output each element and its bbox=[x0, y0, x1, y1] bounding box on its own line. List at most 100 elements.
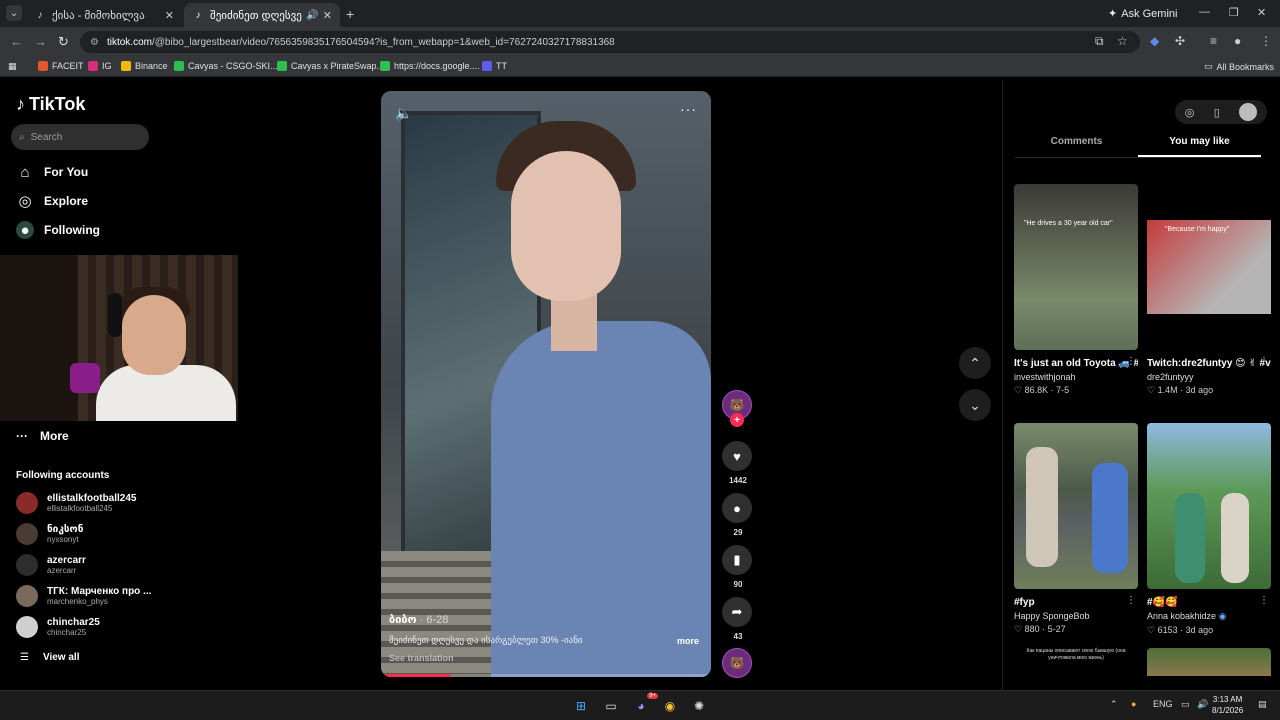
bookmark-cavyas-csgo[interactable]: Cavyas - CSGO-SKI... bbox=[174, 61, 278, 71]
nav-for-you[interactable]: ⌂ For You bbox=[16, 163, 88, 181]
windows-start-icon[interactable]: ⊞ bbox=[572, 697, 590, 715]
discord-icon[interactable]: ◕ 9+ bbox=[632, 693, 658, 715]
notifications-icon[interactable]: ▤ bbox=[1258, 699, 1267, 710]
speaker-icon[interactable]: 🔊 bbox=[306, 10, 318, 21]
system-clock[interactable]: 3:13 AM 8/1/2026 bbox=[1212, 694, 1243, 716]
tray-chevron-icon[interactable]: ⌃ bbox=[1110, 699, 1118, 710]
see-translation-link[interactable]: See translation bbox=[389, 653, 454, 663]
task-view-icon[interactable]: ▭ bbox=[602, 697, 620, 715]
new-tab-button[interactable]: + bbox=[346, 6, 354, 22]
tiktok-logo[interactable]: ♪ TikTok bbox=[16, 94, 85, 115]
panel-tabs: Comments You may like bbox=[1015, 136, 1261, 158]
video-options-icon[interactable]: ··· bbox=[680, 101, 697, 117]
video-progress-bar[interactable] bbox=[381, 674, 711, 677]
network-icon[interactable]: ▭ bbox=[1181, 699, 1190, 710]
address-bar[interactable]: ⚙ tiktok.com/@bibo_largestbear/video/765… bbox=[80, 31, 1140, 53]
extension-icon[interactable]: ◆ bbox=[1150, 34, 1159, 48]
following-account[interactable]: chinchar25 chinchar25 bbox=[16, 616, 100, 638]
forward-button[interactable]: → bbox=[34, 34, 47, 49]
recommended-video-card[interactable]: "He drives a 30 year old car" ⋮ It's jus… bbox=[1014, 184, 1138, 396]
bookmark-docs[interactable]: https://docs.google.... bbox=[380, 61, 480, 71]
like-count: 1442 bbox=[729, 476, 747, 485]
back-button[interactable]: ← bbox=[10, 34, 23, 49]
bookmarks-bar: ▦ FACEIT IG Binance Cavyas - CSGO-SKI...… bbox=[0, 57, 1280, 77]
media-controls-icon[interactable]: ≡ bbox=[1210, 34, 1217, 48]
card-options-icon[interactable]: ⋮ bbox=[1259, 595, 1269, 606]
tab-search-button[interactable]: ⌄ bbox=[6, 5, 22, 21]
install-app-icon[interactable]: ⧉ bbox=[1095, 34, 1104, 49]
search-input[interactable]: ⌕ Search bbox=[11, 124, 149, 150]
bookmark-cavyas-pirate[interactable]: Cavyas x PirateSwap... bbox=[277, 61, 384, 71]
minimize-button[interactable]: — bbox=[1199, 6, 1210, 18]
browser-tab-active[interactable]: ♪ შეიძინეთ დღესვე და ისარ 🔊 ✕ bbox=[184, 3, 340, 27]
extensions-puzzle-icon[interactable]: ✣ bbox=[1175, 34, 1185, 48]
following-account[interactable]: ნიკსონ nyxsonyt bbox=[16, 523, 83, 545]
gemini-icon: ✦ bbox=[1108, 8, 1118, 20]
save-button[interactable]: ▮ bbox=[722, 545, 752, 575]
video-player[interactable]: 🔈 ··· ბიბო · 6-28 შეიძინეთ დღესვე და ისა… bbox=[381, 91, 711, 677]
tiktok-note-icon: ♪ bbox=[16, 94, 25, 114]
language-indicator[interactable]: ENG bbox=[1153, 699, 1173, 709]
previous-video-button[interactable]: ⌃ bbox=[959, 347, 991, 379]
url-path: /@bibo_largestbear/video/765635983517650… bbox=[151, 36, 615, 48]
nav-explore[interactable]: ◎ Explore bbox=[16, 192, 88, 210]
nav-following[interactable]: ● Following bbox=[16, 221, 100, 239]
bookmark-ig[interactable]: IG bbox=[88, 61, 112, 71]
tiktok-favicon-icon: ♪ bbox=[195, 9, 201, 21]
next-card-thumbnail[interactable]: Как пацаны описывают свою бывшую (она ун… bbox=[1014, 648, 1138, 676]
close-window-button[interactable]: ✕ bbox=[1257, 6, 1266, 19]
sound-avatar[interactable]: 🐻 bbox=[722, 648, 752, 678]
caption-more-button[interactable]: more bbox=[677, 636, 699, 646]
tiktok-page: ♪ TikTok ⌕ Search ⌂ For You ◎ Explore ● Follo… bbox=[0, 80, 1280, 690]
follow-plus-button[interactable]: + bbox=[730, 413, 744, 427]
share-button[interactable]: ➦ bbox=[722, 597, 752, 627]
like-button[interactable]: ♥ bbox=[722, 441, 752, 471]
next-video-button[interactable]: ⌄ bbox=[959, 389, 991, 421]
following-account[interactable]: ellistalkfootball245 ellistalkfootball245 bbox=[16, 492, 136, 514]
browser-toolbar: ← → ↻ ⚙ tiktok.com/@bibo_largestbear/vid… bbox=[0, 27, 1280, 57]
restore-button[interactable]: ❐ bbox=[1229, 6, 1239, 19]
following-account[interactable]: ТГК: Марченко про ... marchenko_phys bbox=[16, 585, 151, 607]
recommended-video-card[interactable]: ⋮ #🥰🥰 Anna kobakhidze ◉ ♡ 6153 · 3d ago bbox=[1147, 423, 1271, 636]
video-thumbnail bbox=[1147, 423, 1271, 589]
microphone-tray-icon[interactable]: ● bbox=[1131, 699, 1136, 709]
app-icon[interactable]: ✺ bbox=[690, 697, 708, 715]
profile-avatar-icon[interactable]: ● bbox=[1234, 34, 1241, 48]
browser-tab[interactable]: ♪ ქისა - მიმოხილვა ✕ bbox=[26, 3, 182, 27]
apps-grid-icon[interactable]: ▦ bbox=[8, 61, 17, 72]
heart-outline-icon: ♡ bbox=[1147, 625, 1156, 635]
view-all-link[interactable]: ☰ View all bbox=[20, 652, 79, 663]
bookmark-star-icon[interactable]: ☆ bbox=[1117, 34, 1128, 48]
volume-tray-icon[interactable]: 🔊 bbox=[1197, 699, 1208, 710]
device-icon[interactable]: ▯ bbox=[1214, 106, 1220, 119]
card-options-icon[interactable]: ⋮ bbox=[1126, 595, 1136, 606]
chevron-down-icon: ⌄ bbox=[969, 396, 981, 413]
user-avatar[interactable] bbox=[1239, 103, 1258, 121]
card-options-icon[interactable]: ⋮ bbox=[1259, 356, 1269, 367]
comment-button[interactable]: ● bbox=[722, 493, 752, 523]
tab-close-icon[interactable]: ✕ bbox=[323, 9, 332, 22]
volume-icon[interactable]: 🔈 bbox=[395, 105, 412, 122]
chrome-menu-icon[interactable]: ⋮ bbox=[1260, 34, 1272, 48]
reload-button[interactable]: ↻ bbox=[58, 34, 69, 50]
faceit-icon bbox=[38, 61, 48, 71]
nav-more[interactable]: ··· More bbox=[16, 429, 69, 443]
chrome-icon[interactable]: ◉ bbox=[661, 697, 679, 715]
next-card-thumbnail[interactable] bbox=[1147, 648, 1271, 676]
following-account[interactable]: azercarr azercarr bbox=[16, 554, 86, 576]
bookmark-faceit[interactable]: FACEIT bbox=[38, 61, 84, 71]
tab-you-may-like[interactable]: You may like bbox=[1138, 136, 1261, 157]
bookmark-tt[interactable]: TT bbox=[482, 61, 507, 71]
recommended-video-card[interactable]: ⋮ #fyp Happy SpongeBob ♡ 880 · 5-27 bbox=[1014, 423, 1138, 635]
comment-icon: ● bbox=[733, 500, 741, 516]
tab-close-icon[interactable]: ✕ bbox=[165, 9, 174, 22]
compass-small-icon[interactable]: ◎ bbox=[1185, 106, 1195, 119]
recommended-video-card[interactable]: "Because I'm happy" ⋮ Twitch:dre2funtyy … bbox=[1147, 184, 1271, 396]
ask-gemini-button[interactable]: ✦ Ask Gemini bbox=[1108, 7, 1177, 21]
bookmark-binance[interactable]: Binance bbox=[121, 61, 168, 71]
card-options-icon[interactable]: ⋮ bbox=[1126, 356, 1136, 367]
video-author[interactable]: ბიბო · 6-28 bbox=[389, 613, 448, 626]
tab-comments[interactable]: Comments bbox=[1015, 136, 1138, 157]
all-bookmarks[interactable]: ▭ All Bookmarks bbox=[1204, 61, 1274, 72]
site-info-icon[interactable]: ⚙ bbox=[90, 37, 99, 48]
